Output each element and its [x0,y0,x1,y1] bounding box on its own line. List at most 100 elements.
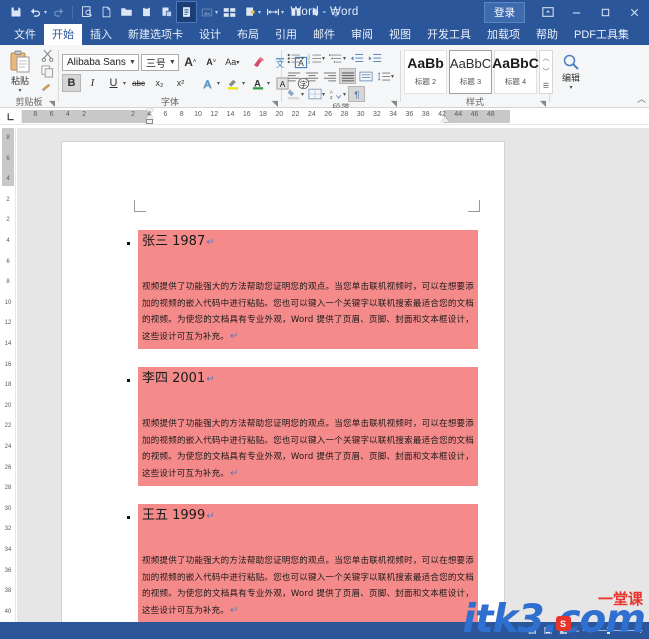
collapse-ribbon-icon[interactable]: ︿ [637,92,646,105]
print-preview-icon[interactable] [77,2,96,22]
tab-developer[interactable]: 开发工具 [419,24,479,45]
grow-font-icon[interactable]: A ˄ [181,53,200,71]
zoom-track[interactable] [582,627,635,634]
tab-review[interactable]: 审阅 [343,24,381,45]
tab-help[interactable]: 帮助 [528,24,566,45]
zoom-out-icon[interactable]: − [574,626,579,636]
maximize-icon[interactable] [591,0,620,24]
borders-dropdown-icon[interactable]: ▾ [322,91,325,98]
sort-icon[interactable]: AZ [327,86,344,102]
select-cursor-icon[interactable] [306,2,325,22]
multilevel-dropdown-icon[interactable]: ▾ [343,55,346,62]
print-layout-icon[interactable]: ▣ [543,625,552,636]
selected-region[interactable]: 张三 1987↵ 视频提供了功能强大的方法帮助您证明您的观点。当您单击联机视频时… [138,230,478,349]
tab-mailings[interactable]: 邮件 [305,24,343,45]
align-right-icon[interactable] [321,68,338,84]
format-painter-icon[interactable] [39,81,55,95]
document-content[interactable]: 张三 1987↵ 视频提供了功能强大的方法帮助您证明您的观点。当您单击联机视频时… [127,230,478,639]
underline-button[interactable]: U [104,74,123,92]
tab-addins[interactable]: 加载项 [479,24,528,45]
editing-button[interactable]: 编辑 ▾ [553,53,589,91]
superscript-button[interactable]: x² [171,74,190,92]
text-highlight-icon[interactable] [223,74,242,92]
sort-dropdown-icon[interactable]: ▾ [343,91,346,98]
tab-pdf-toolkit[interactable]: PDF工具集 [566,24,637,45]
effects-dropdown-icon[interactable]: ▾ [217,80,220,87]
ruler-track[interactable]: 8 6 4 2 2 4 6 8 10 12 14 16 18 20 22 24 26 28 30 32 34 36 38 42… [22,108,649,124]
paste-dropdown-icon[interactable]: ▾ [18,87,21,94]
insert-table-icon[interactable] [220,2,239,22]
numbered-list-icon[interactable]: 123 [306,50,323,66]
paste-button[interactable]: 粘贴 ▾ [3,49,37,94]
content-block[interactable]: 李四 2001↵ 视频提供了功能强大的方法帮助您证明您的观点。当您单击联机视频时… [127,367,478,486]
tab-layout[interactable]: 布局 [229,24,267,45]
block-heading[interactable]: 李四 2001↵ [138,367,478,391]
read-mode-icon[interactable]: ▤ [528,625,537,636]
tab-insert[interactable]: 插入 [82,24,120,45]
bullet-list-icon[interactable] [285,50,302,66]
selected-region[interactable]: 王五 1999↵ 视频提供了功能强大的方法帮助您证明您的观点。当您单击联机视频时… [138,504,478,623]
tab-view[interactable]: 视图 [381,24,419,45]
redo-icon[interactable] [49,2,68,22]
decrease-indent-icon[interactable] [348,50,365,66]
tab-home[interactable]: 开始 [44,24,82,45]
format-painter-icon[interactable] [240,2,259,22]
chevron-down-icon[interactable]: ▼ [166,59,176,66]
increase-indent-icon[interactable] [366,50,383,66]
editing-dropdown-icon[interactable]: ▾ [569,84,572,91]
open-folder-icon[interactable] [117,2,136,22]
zoom-knob[interactable] [606,627,610,634]
block-body[interactable]: 视频提供了功能强大的方法帮助您证明您的观点。当您单击联机视频时，可以在想要添加的… [138,553,478,623]
shading-dropdown-icon[interactable]: ▾ [301,91,304,98]
font-size-combo[interactable]: 三号 ▼ [140,53,179,71]
save-icon[interactable] [6,2,25,22]
block-body[interactable]: 视频提供了功能强大的方法帮助您证明您的观点。当您单击联机视频时，可以在想要添加的… [138,279,478,349]
block-heading[interactable]: 张三 1987↵ [138,230,478,254]
tab-stop-selector-icon[interactable] [0,108,22,124]
show-formatting-marks-icon[interactable] [176,1,198,23]
change-case-icon[interactable]: Aa ▾ [223,53,242,71]
bullets-dropdown-icon[interactable]: ▾ [301,55,304,62]
cut-icon[interactable] [39,49,55,63]
document-page[interactable]: 张三 1987↵ 视频提供了功能强大的方法帮助您证明您的观点。当您单击联机视频时… [61,141,505,639]
undo-icon[interactable] [26,2,45,22]
align-center-icon[interactable] [303,68,320,84]
tab-references[interactable]: 引用 [267,24,305,45]
text-effects-icon[interactable]: A [198,74,217,92]
customize-qat-icon[interactable] [326,2,345,22]
justify-icon[interactable] [339,68,356,84]
copy-icon[interactable] [39,65,55,79]
paragraph-dialog-launcher[interactable]: ◥ [391,99,397,108]
shading-icon[interactable] [285,86,302,102]
clipboard-dialog-launcher[interactable]: ◥ [49,99,55,108]
numbering-dropdown-icon[interactable]: ▾ [322,55,325,62]
insert-picture-icon[interactable] [197,2,216,22]
style-tile-heading2[interactable]: AaBb 标题 2 [404,49,447,94]
content-block[interactable]: 王五 1999↵ 视频提供了功能强大的方法帮助您证明您的观点。当您单击联机视频时… [127,504,478,623]
tab-file[interactable]: 文件 [6,24,44,45]
zoom-in-icon[interactable]: + [638,626,643,636]
bold-button[interactable]: B [62,74,81,92]
underline-dropdown-icon[interactable]: ▾ [123,80,126,87]
left-indent-marker[interactable] [146,119,153,124]
font-name-combo[interactable]: Alibaba Sans ▼ [62,53,139,71]
tab-design[interactable]: 设计 [191,24,229,45]
align-left-icon[interactable] [285,68,302,84]
close-icon[interactable] [620,0,649,24]
web-layout-icon[interactable]: ▦ [559,625,568,636]
shrink-font-icon[interactable]: A ˅ [202,53,221,71]
show-marks-icon[interactable]: ¶ [348,86,366,102]
style-tile-heading3[interactable]: AaBbC 标题 3 [449,49,492,94]
borders-icon[interactable] [306,86,323,102]
zoom-slider[interactable]: − + [574,626,643,636]
new-document-icon[interactable] [97,2,116,22]
multilevel-list-icon[interactable] [327,50,344,66]
content-block[interactable]: 张三 1987↵ 视频提供了功能强大的方法帮助您证明您的观点。当您单击联机视频时… [127,230,478,349]
style-tile-heading4[interactable]: AaBbC 标题 4 [492,49,539,94]
linespacing-dropdown-icon[interactable]: ▾ [391,73,394,80]
italic-button[interactable]: I [83,74,102,92]
distribute-icon[interactable] [357,68,374,84]
strikethrough-button[interactable]: abc [129,74,148,92]
selected-region[interactable]: 李四 2001↵ 视频提供了功能强大的方法帮助您证明您的观点。当您单击联机视频时… [138,367,478,486]
line-spacing-icon[interactable] [375,68,392,84]
